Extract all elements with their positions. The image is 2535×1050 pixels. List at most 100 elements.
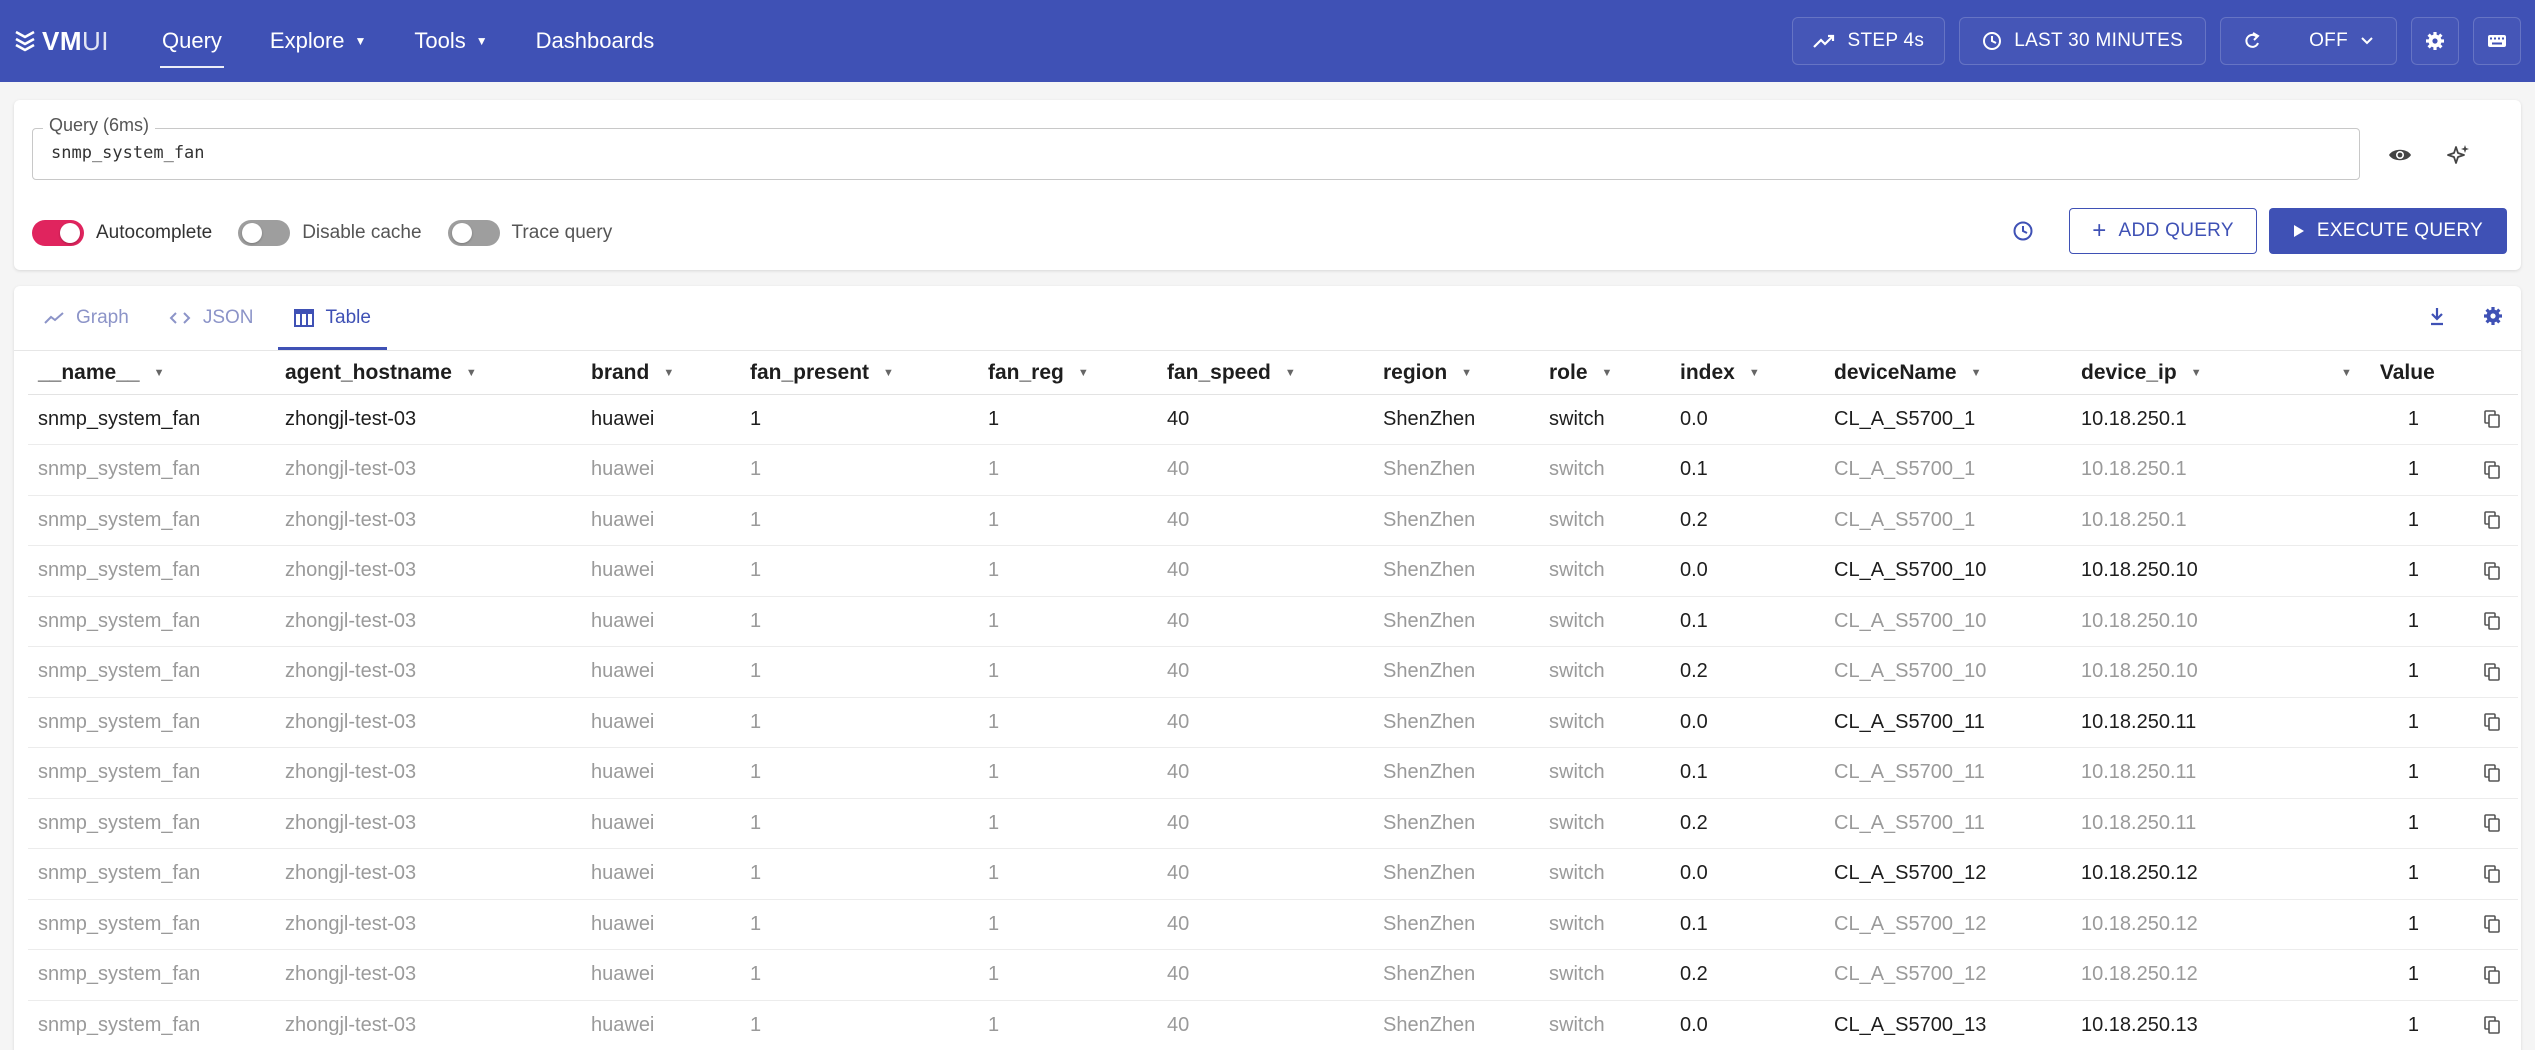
table-settings-button[interactable] [2479,302,2507,330]
time-range-button[interactable]: LAST 30 MINUTES [1959,17,2207,65]
table-cell: CL_A_S5700_12 [1824,899,2071,950]
copy-column-header [2465,352,2518,395]
table-cell: snmp_system_fan [28,596,275,647]
header-controls: STEP 4s LAST 30 MINUTES OFF [1792,0,2521,82]
table-row[interactable]: snmp_system_fan zhongjl-test-03 huawei 1 1 40… [28,545,2518,597]
copy-icon [2483,764,2500,782]
table-cell: 1 [2331,798,2465,849]
table-row[interactable]: snmp_system_fan zhongjl-test-03 huawei 1 1 40… [28,848,2518,900]
table-cell: 40 [1157,1000,1373,1050]
sort-arrow-icon[interactable]: ▼ [2341,367,2352,379]
settings-button[interactable] [2411,17,2459,65]
copy-row-button[interactable] [2465,697,2518,748]
table-cell: 0.2 [1670,798,1824,849]
auto-refresh-button[interactable]: OFF [2220,17,2397,65]
table-row[interactable]: snmp_system_fan zhongjl-test-03 huawei 1 1 40… [28,798,2518,849]
column-header[interactable]: region ▼ [1373,352,1539,395]
column-header[interactable]: device_ip ▼ [2071,352,2331,395]
sort-arrow-icon[interactable]: ▼ [1971,367,1982,379]
copy-row-button[interactable] [2465,444,2518,496]
copy-row-button[interactable] [2465,949,2518,1001]
switch-knob [242,223,263,243]
table-row[interactable]: snmp_system_fan zhongjl-test-03 huawei 1 1 40… [28,949,2518,1001]
table-cell: 1 [978,596,1157,647]
download-button[interactable] [2423,302,2451,330]
copy-row-button[interactable] [2465,596,2518,647]
table-cell: snmp_system_fan [28,1000,275,1050]
sort-arrow-icon[interactable]: ▼ [466,367,477,379]
query-input-value[interactable]: snmp_system_fan [51,143,205,163]
trace-query-switch[interactable] [447,220,500,246]
disable-cache-switch[interactable] [238,220,291,246]
tab-graph-label: Graph [76,307,129,328]
nav-explore[interactable]: Explore ▼ [246,0,390,82]
copy-row-button[interactable] [2465,1000,2518,1050]
column-header[interactable]: __name__ ▼ [28,352,275,395]
tab-graph[interactable]: Graph [28,286,145,350]
table-row[interactable]: snmp_system_fan zhongjl-test-03 huawei 1 1 40… [28,899,2518,950]
sort-arrow-icon[interactable]: ▼ [663,367,674,379]
autocomplete-switch[interactable] [32,220,84,246]
sort-arrow-icon[interactable]: ▼ [1749,367,1760,379]
nav-tools[interactable]: Tools ▼ [390,0,511,82]
copy-row-button[interactable] [2465,646,2518,698]
column-header[interactable]: ▼ Value [2331,352,2465,395]
column-header[interactable]: agent_hostname ▼ [275,352,581,395]
sort-arrow-icon[interactable]: ▼ [1461,367,1472,379]
column-header[interactable]: role ▼ [1539,352,1670,395]
query-input[interactable]: Query (6ms) snmp_system_fan [32,115,2360,180]
table-row[interactable]: snmp_system_fan zhongjl-test-03 huawei 1 1 40… [28,697,2518,748]
sort-arrow-icon[interactable]: ▼ [1078,367,1089,379]
add-query-button[interactable]: + ADD QUERY [2069,208,2257,254]
table-cell: zhongjl-test-03 [275,495,581,546]
disable-cache-toggle[interactable]: Disable cache [238,220,422,246]
ai-assist-button[interactable] [2441,138,2475,172]
nav-query[interactable]: Query [138,0,246,82]
copy-row-button[interactable] [2465,899,2518,950]
table-row[interactable]: snmp_system_fan zhongjl-test-03 huawei 1 1 40… [28,747,2518,799]
table-row[interactable]: snmp_system_fan zhongjl-test-03 huawei 1 1 40… [28,394,2518,445]
nav-dashboards[interactable]: Dashboards [512,0,679,82]
column-header[interactable]: index ▼ [1670,352,1824,395]
sort-arrow-icon[interactable]: ▼ [154,367,165,379]
table-cell: 40 [1157,545,1373,597]
column-header[interactable]: fan_present ▼ [740,352,978,395]
table-cell: 10.18.250.10 [2071,545,2331,597]
sort-arrow-icon[interactable]: ▼ [883,367,894,379]
sort-arrow-icon[interactable]: ▼ [1602,367,1613,379]
sort-arrow-icon[interactable]: ▼ [1285,367,1296,379]
trace-query-toggle[interactable]: Trace query [447,220,612,246]
autocomplete-toggle[interactable]: Autocomplete [32,220,212,246]
column-header[interactable]: fan_speed ▼ [1157,352,1373,395]
toggle-visibility-button[interactable] [2383,138,2417,172]
table-cell: zhongjl-test-03 [275,394,581,445]
column-header-label: deviceName [1834,360,1957,384]
table-cell: 1 [740,596,978,647]
copy-row-button[interactable] [2465,798,2518,849]
table-row[interactable]: snmp_system_fan zhongjl-test-03 huawei 1 1 40… [28,444,2518,496]
table-row[interactable]: snmp_system_fan zhongjl-test-03 huawei 1 1 40… [28,495,2518,546]
table-cell: huawei [581,899,740,950]
column-header[interactable]: deviceName ▼ [1824,352,2071,395]
execute-query-button[interactable]: EXECUTE QUERY [2268,208,2507,254]
column-header[interactable]: brand ▼ [581,352,740,395]
copy-row-button[interactable] [2465,848,2518,900]
query-history-button[interactable] [2003,211,2043,251]
step-button[interactable]: STEP 4s [1792,17,1946,65]
copy-row-button[interactable] [2465,747,2518,799]
column-header[interactable]: fan_reg ▼ [978,352,1157,395]
keyboard-shortcuts-button[interactable] [2473,17,2521,65]
sort-arrow-icon[interactable]: ▼ [2191,367,2202,379]
table-row[interactable]: snmp_system_fan zhongjl-test-03 huawei 1 1 40… [28,596,2518,647]
copy-icon [2483,612,2500,631]
vmui-logo[interactable]: VMUI [14,0,114,82]
tab-json[interactable]: JSON [153,286,270,350]
tab-table[interactable]: Table [277,286,388,350]
copy-row-button[interactable] [2465,495,2518,546]
copy-row-button[interactable] [2465,545,2518,597]
table-row[interactable]: snmp_system_fan zhongjl-test-03 huawei 1 1 40… [28,1000,2518,1050]
table-row[interactable]: snmp_system_fan zhongjl-test-03 huawei 1 1 40… [28,646,2518,698]
table-cell: 1 [978,545,1157,597]
copy-row-button[interactable] [2465,394,2518,445]
refresh-label: OFF [2309,30,2348,51]
